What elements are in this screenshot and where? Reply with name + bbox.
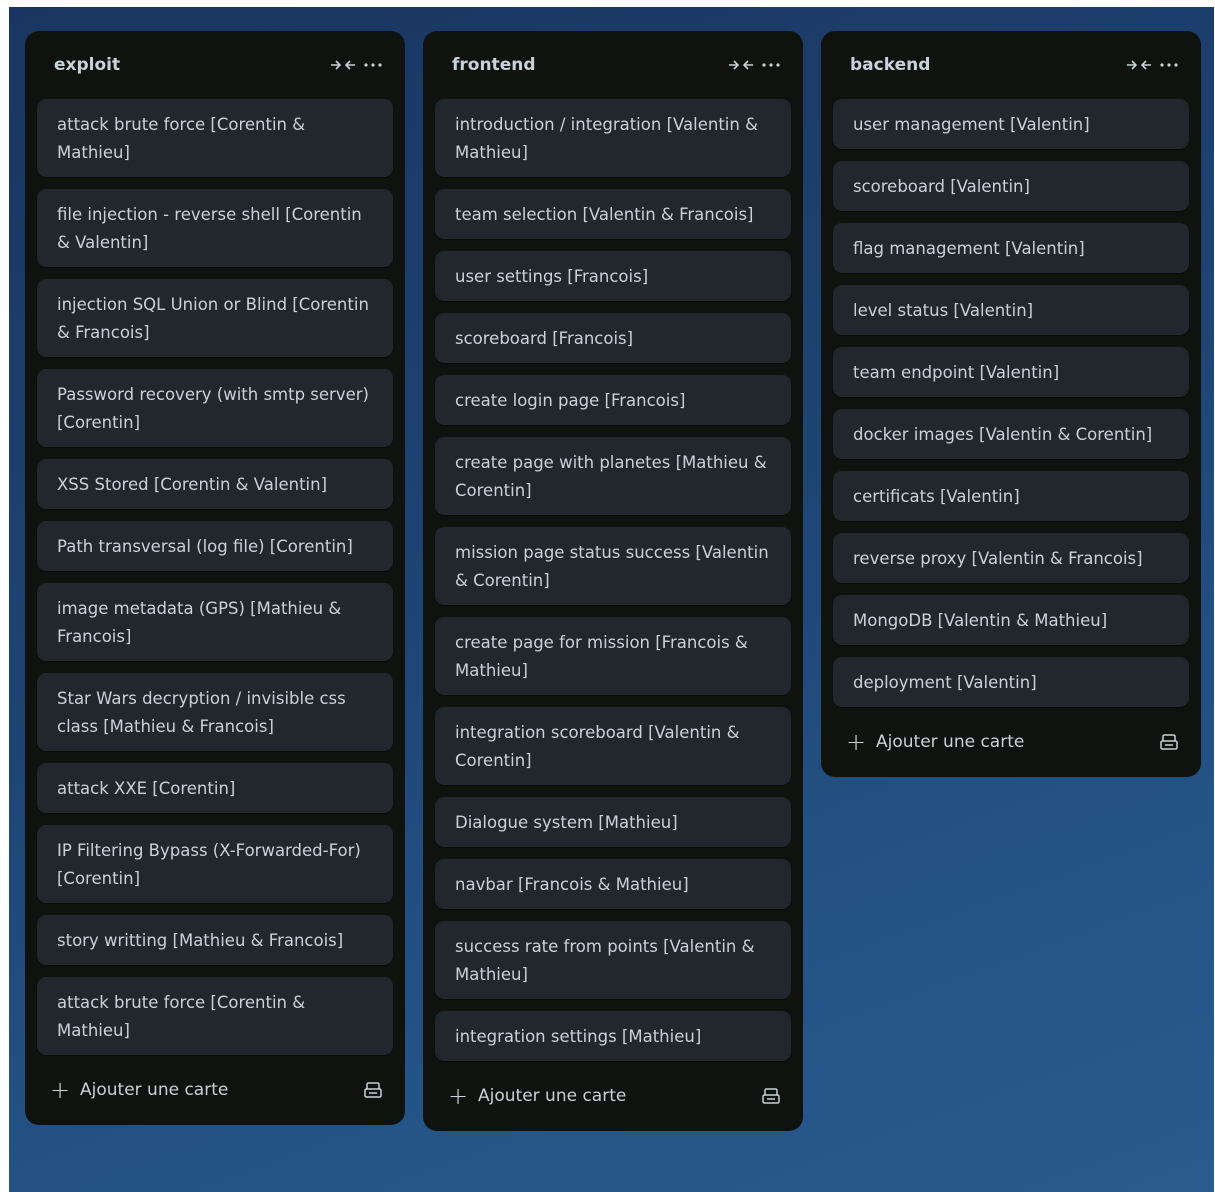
collapse-icon[interactable] <box>726 50 756 80</box>
list-header: backend <box>833 31 1189 99</box>
card[interactable]: Password recovery (with smtp server) [Co… <box>37 369 393 447</box>
card[interactable]: scoreboard [Valentin] <box>833 161 1189 211</box>
list-title[interactable]: frontend <box>452 55 726 75</box>
card[interactable]: mission page status success [Valentin & … <box>435 527 791 605</box>
list-frontend: frontend introduction / integration [Val… <box>423 31 803 1131</box>
more-icon[interactable] <box>756 50 786 80</box>
card[interactable]: certificats [Valentin] <box>833 471 1189 521</box>
board-canvas: exploit attack brute force [Corentin & M… <box>9 7 1214 1192</box>
card[interactable]: XSS Stored [Corentin & Valentin] <box>37 459 393 509</box>
card[interactable]: create page with planetes [Mathieu & Cor… <box>435 437 791 515</box>
card-list: attack brute force [Corentin & Mathieu] … <box>37 99 393 1055</box>
list-title[interactable]: exploit <box>54 55 328 75</box>
add-card-label: Ajouter une carte <box>478 1086 627 1106</box>
card[interactable]: Dialogue system [Mathieu] <box>435 797 791 847</box>
plus-icon: + <box>50 1076 71 1104</box>
card[interactable]: attack brute force [Corentin & Mathieu] <box>37 99 393 177</box>
card[interactable]: Star Wars decryption / invisible css cla… <box>37 673 393 751</box>
card[interactable]: user settings [Francois] <box>435 251 791 301</box>
card-list: user management [Valentin] scoreboard [V… <box>833 99 1189 707</box>
more-icon[interactable] <box>358 50 388 80</box>
card-list: introduction / integration [Valentin & M… <box>435 99 791 1061</box>
card[interactable]: reverse proxy [Valentin & Francois] <box>833 533 1189 583</box>
card[interactable]: team endpoint [Valentin] <box>833 347 1189 397</box>
list-header: exploit <box>37 31 393 99</box>
list-footer: + Ajouter une carte <box>37 1055 393 1125</box>
card-template-icon[interactable] <box>357 1074 389 1106</box>
card[interactable]: file injection - reverse shell [Corentin… <box>37 189 393 267</box>
add-card-button[interactable]: + Ajouter une carte <box>50 1078 357 1102</box>
card[interactable]: attack XXE [Corentin] <box>37 763 393 813</box>
add-card-button[interactable]: + Ajouter une carte <box>448 1084 755 1108</box>
card[interactable]: deployment [Valentin] <box>833 657 1189 707</box>
card[interactable]: success rate from points [Valentin & Mat… <box>435 921 791 999</box>
card[interactable]: introduction / integration [Valentin & M… <box>435 99 791 177</box>
list-header: frontend <box>435 31 791 99</box>
card[interactable]: docker images [Valentin & Corentin] <box>833 409 1189 459</box>
collapse-icon[interactable] <box>328 50 358 80</box>
plus-icon: + <box>448 1082 469 1110</box>
card[interactable]: team selection [Valentin & Francois] <box>435 189 791 239</box>
card[interactable]: injection SQL Union or Blind [Corentin &… <box>37 279 393 357</box>
collapse-icon[interactable] <box>1124 50 1154 80</box>
card[interactable]: navbar [Francois & Mathieu] <box>435 859 791 909</box>
card[interactable]: IP Filtering Bypass (X-Forwarded-For) [C… <box>37 825 393 903</box>
list-footer: + Ajouter une carte <box>435 1061 791 1131</box>
card[interactable]: integration settings [Mathieu] <box>435 1011 791 1061</box>
card[interactable]: flag management [Valentin] <box>833 223 1189 273</box>
card[interactable]: level status [Valentin] <box>833 285 1189 335</box>
card[interactable]: Path transversal (log file) [Corentin] <box>37 521 393 571</box>
card-template-icon[interactable] <box>755 1080 787 1112</box>
add-card-label: Ajouter une carte <box>876 732 1025 752</box>
plus-icon: + <box>846 728 867 756</box>
list-backend: backend user management [Valentin] score… <box>821 31 1201 777</box>
add-card-button[interactable]: + Ajouter une carte <box>846 730 1153 754</box>
card[interactable]: story writting [Mathieu & Francois] <box>37 915 393 965</box>
add-card-label: Ajouter une carte <box>80 1080 229 1100</box>
card[interactable]: user management [Valentin] <box>833 99 1189 149</box>
card-template-icon[interactable] <box>1153 726 1185 758</box>
card[interactable]: integration scoreboard [Valentin & Coren… <box>435 707 791 785</box>
card[interactable]: attack brute force [Corentin & Mathieu] <box>37 977 393 1055</box>
card[interactable]: image metadata (GPS) [Mathieu & Francois… <box>37 583 393 661</box>
more-icon[interactable] <box>1154 50 1184 80</box>
list-footer: + Ajouter une carte <box>833 707 1189 777</box>
list-title[interactable]: backend <box>850 55 1124 75</box>
card[interactable]: MongoDB [Valentin & Mathieu] <box>833 595 1189 645</box>
card[interactable]: scoreboard [Francois] <box>435 313 791 363</box>
card[interactable]: create login page [Francois] <box>435 375 791 425</box>
list-exploit: exploit attack brute force [Corentin & M… <box>25 31 405 1125</box>
card[interactable]: create page for mission [Francois & Math… <box>435 617 791 695</box>
